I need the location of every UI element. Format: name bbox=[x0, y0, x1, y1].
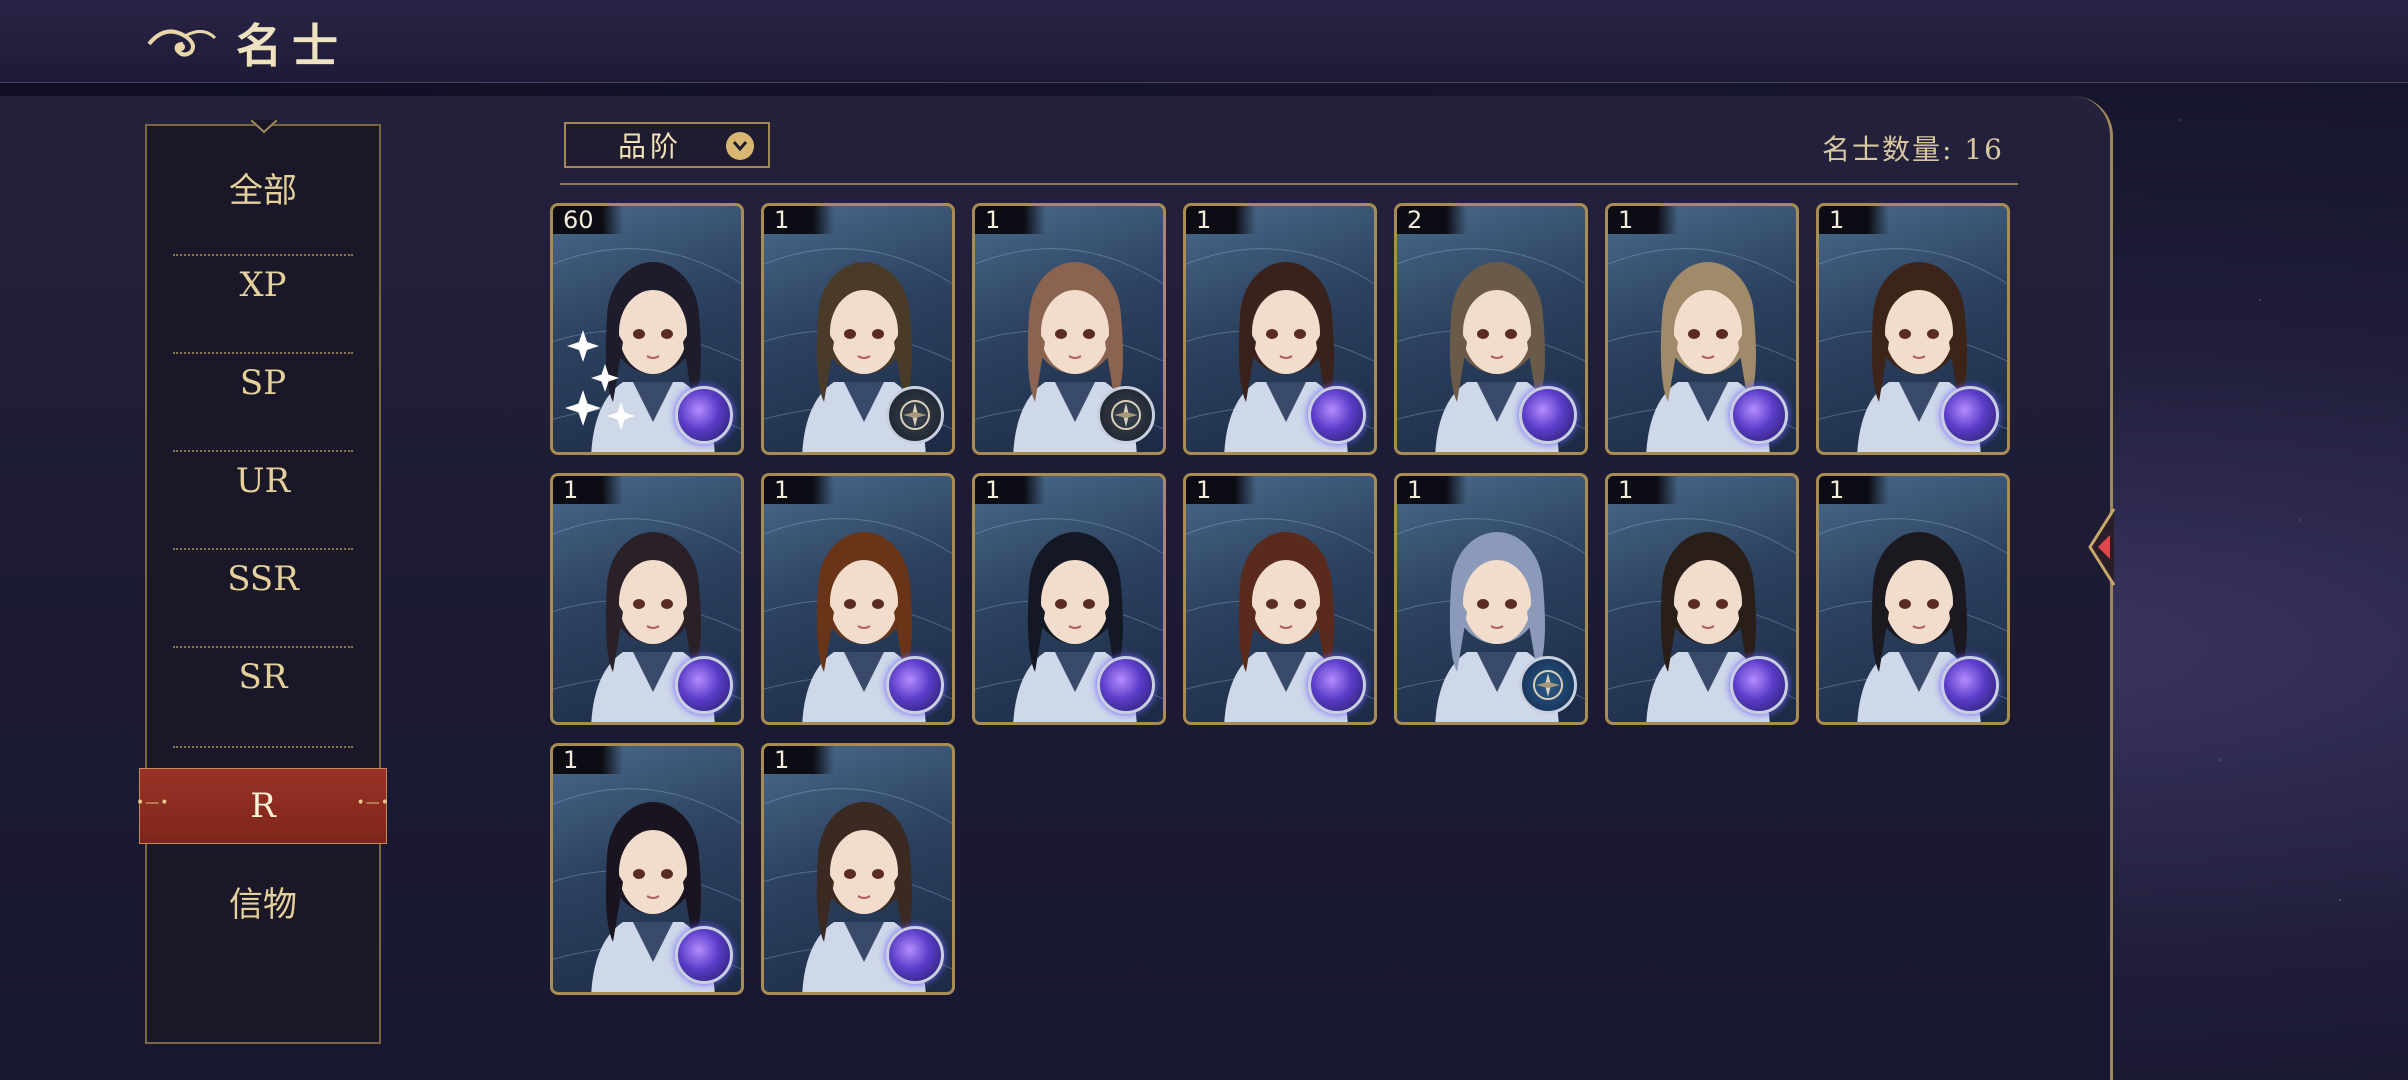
sidebar-item-tokens[interactable]: 信物 bbox=[147, 852, 379, 950]
sidebar-item-xp[interactable]: XP bbox=[147, 236, 379, 334]
element-orb-icon bbox=[1308, 386, 1366, 444]
divider bbox=[173, 746, 353, 748]
sidebar-item-r[interactable]: R bbox=[136, 768, 390, 844]
compass-glyph bbox=[900, 400, 930, 430]
sidebar-item-sp[interactable]: SP bbox=[147, 334, 379, 432]
character-card[interactable]: 1 bbox=[550, 743, 744, 995]
level-badge: 1 bbox=[553, 476, 623, 504]
page-title: 名士 bbox=[236, 19, 348, 73]
sparkle-stars-icon bbox=[565, 330, 635, 430]
character-card[interactable]: 1 bbox=[1816, 203, 2010, 455]
character-card[interactable]: 1 bbox=[550, 473, 744, 725]
level-badge: 2 bbox=[1397, 206, 1467, 234]
level-badge: 1 bbox=[1819, 206, 1889, 234]
element-orb-icon bbox=[1308, 656, 1366, 714]
element-orb-icon bbox=[886, 926, 944, 984]
chevron-down-icon bbox=[726, 132, 754, 160]
character-card[interactable]: 1 bbox=[1183, 473, 1377, 725]
element-orb-icon bbox=[675, 926, 733, 984]
character-card[interactable]: 1 bbox=[761, 203, 955, 455]
header-divider bbox=[560, 183, 2018, 185]
collapse-arrow-icon[interactable] bbox=[2080, 505, 2124, 589]
level-badge: 1 bbox=[1819, 476, 1889, 504]
element-orb-icon bbox=[1941, 656, 1999, 714]
sidebar-item-ur[interactable]: UR bbox=[147, 432, 379, 530]
level-badge: 60 bbox=[553, 206, 623, 234]
character-card[interactable]: 1 bbox=[1605, 203, 1799, 455]
element-orb-icon bbox=[1730, 386, 1788, 444]
element-orb-icon bbox=[1519, 386, 1577, 444]
level-badge: 1 bbox=[1397, 476, 1467, 504]
level-badge: 1 bbox=[764, 476, 834, 504]
character-card[interactable]: 1 bbox=[1394, 473, 1588, 725]
level-badge: 1 bbox=[1186, 206, 1256, 234]
character-card[interactable]: 1 bbox=[761, 743, 955, 995]
character-count: 名士数量: 16 bbox=[1822, 128, 2004, 168]
level-badge: 1 bbox=[1608, 206, 1678, 234]
level-badge: 1 bbox=[553, 746, 623, 774]
sidebar-item-sr[interactable]: SR bbox=[147, 628, 379, 726]
element-orb-icon bbox=[1730, 656, 1788, 714]
element-orb-icon bbox=[675, 656, 733, 714]
character-card[interactable]: 1 bbox=[761, 473, 955, 725]
sidebar-item-ssr[interactable]: SSR bbox=[147, 530, 379, 628]
count-label: 名士数量: bbox=[1822, 133, 1954, 166]
rank-filter-dropdown[interactable]: 品阶 bbox=[564, 122, 770, 168]
compass-icon bbox=[1519, 656, 1577, 714]
character-card[interactable]: 1 bbox=[1816, 473, 2010, 725]
level-badge: 1 bbox=[764, 206, 834, 234]
sidebar-item-all[interactable]: 全部 bbox=[147, 138, 379, 236]
element-orb-icon bbox=[1941, 386, 1999, 444]
level-badge: 1 bbox=[975, 206, 1045, 234]
element-orb-icon bbox=[886, 656, 944, 714]
character-card[interactable]: 2 bbox=[1394, 203, 1588, 455]
character-card[interactable]: 60 bbox=[550, 203, 744, 455]
count-value: 16 bbox=[1964, 133, 2004, 166]
filter-label: 品阶 bbox=[618, 130, 683, 163]
compass-glyph bbox=[1111, 400, 1141, 430]
sidebar-ornament bbox=[251, 120, 277, 134]
character-card[interactable]: 1 bbox=[972, 473, 1166, 725]
element-orb-icon bbox=[1097, 656, 1155, 714]
character-card[interactable]: 1 bbox=[1183, 203, 1377, 455]
level-badge: 1 bbox=[1608, 476, 1678, 504]
cloud-swirl-icon bbox=[147, 29, 217, 57]
character-card[interactable]: 1 bbox=[972, 203, 1166, 455]
level-badge: 1 bbox=[764, 746, 834, 774]
top-header: 名士 bbox=[0, 0, 2408, 83]
character-card[interactable]: 1 bbox=[1605, 473, 1799, 725]
level-badge: 1 bbox=[1186, 476, 1256, 504]
category-sidebar: 全部 XP SP UR SSR SR R 信物 bbox=[136, 120, 390, 1044]
element-orb-icon bbox=[675, 386, 733, 444]
compass-icon bbox=[886, 386, 944, 444]
compass-icon bbox=[1097, 386, 1155, 444]
compass-glyph bbox=[1533, 670, 1563, 700]
level-badge: 1 bbox=[975, 476, 1045, 504]
